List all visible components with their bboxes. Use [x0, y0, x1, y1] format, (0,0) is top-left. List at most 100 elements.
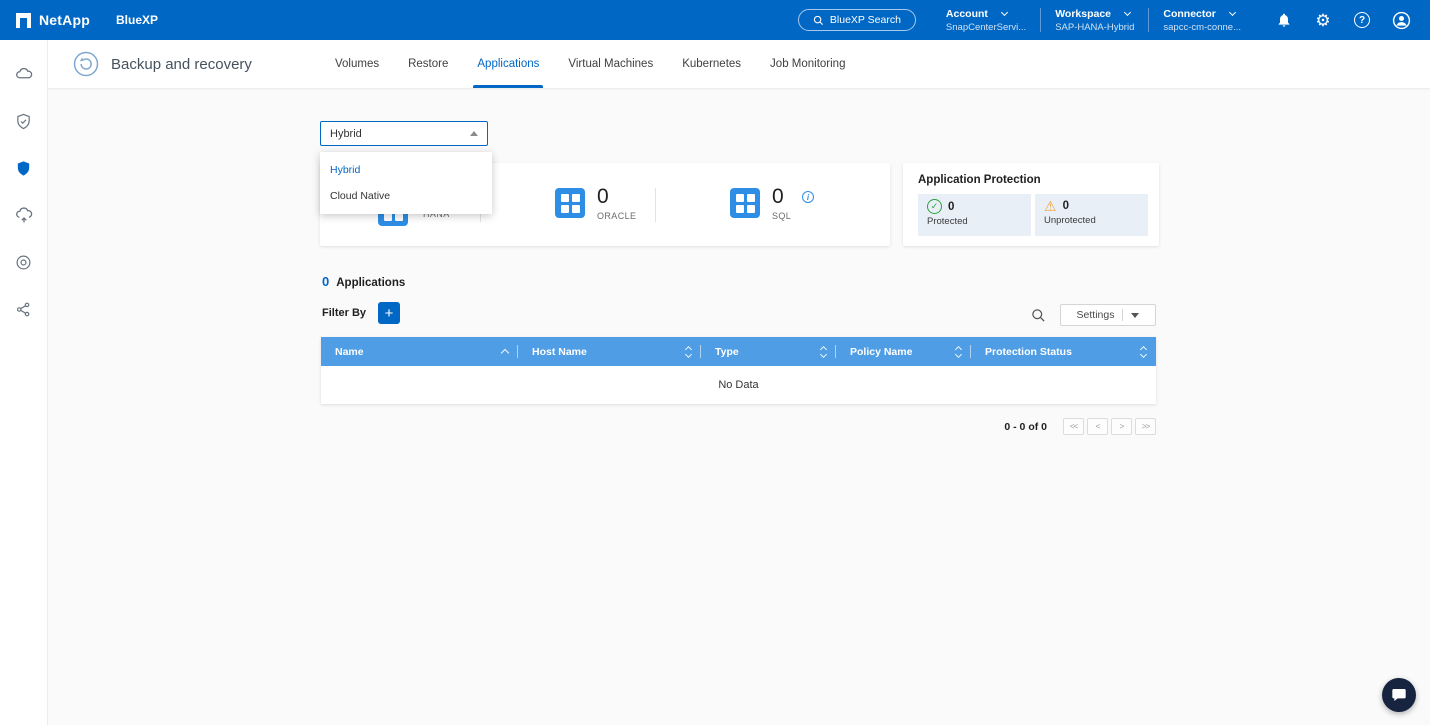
gear-icon: ⚙ [1315, 12, 1330, 29]
column-label: Name [335, 346, 364, 358]
search-icon [813, 15, 824, 26]
chevron-down-icon [1124, 8, 1131, 15]
notifications-button[interactable] [1273, 9, 1295, 31]
sql-label: SQL [772, 211, 791, 221]
connector-label: Connector [1163, 8, 1216, 20]
tab-applications[interactable]: Applications [477, 40, 539, 88]
mobility-cloud-icon[interactable] [10, 201, 38, 229]
service-header: Backup and recovery Volumes Restore Appl… [48, 40, 1430, 88]
column-header-host-name[interactable]: Host Name [518, 337, 701, 366]
add-filter-button[interactable]: + [378, 302, 400, 324]
unprotected-stat-box: ⚠ 0 Unprotected [1035, 194, 1148, 236]
protection-card-title: Application Protection [903, 163, 1159, 186]
workspace-dropdown[interactable]: Workspace SAP-HANA-Hybrid [1041, 0, 1148, 40]
last-page-button[interactable]: >> [1135, 418, 1156, 435]
bell-icon [1276, 12, 1292, 28]
tab-kubernetes[interactable]: Kubernetes [682, 40, 741, 88]
sort-asc-icon[interactable] [501, 349, 509, 357]
application-protection-card: Application Protection ✓ 0 Protected ⚠ 0… [903, 163, 1159, 246]
tab-virtual-machines[interactable]: Virtual Machines [568, 40, 653, 88]
netapp-logo[interactable]: NetApp [16, 12, 90, 28]
column-label: Host Name [532, 346, 587, 358]
column-header-policy-name[interactable]: Policy Name [836, 337, 971, 366]
filter-by-label: Filter By [322, 307, 366, 319]
info-icon[interactable]: i [802, 191, 814, 203]
protected-stat-box: ✓ 0 Protected [918, 194, 1031, 236]
prev-page-button[interactable]: < [1087, 418, 1108, 435]
workspace-label: Workspace [1055, 8, 1111, 20]
help-button[interactable]: ? [1351, 9, 1373, 31]
unprotected-label: Unprotected [1044, 215, 1139, 226]
account-dropdown[interactable]: Account SnapCenterServi... [932, 0, 1040, 40]
environment-select[interactable]: Hybrid [320, 121, 488, 146]
main-content: HANA 0 ORACLE 0 SQL i Application Protec… [48, 88, 1430, 725]
applications-heading: 0 Applications [322, 274, 405, 289]
column-header-name[interactable]: Name [321, 337, 518, 366]
applications-count: 0 [322, 274, 329, 289]
chat-widget-button[interactable] [1382, 678, 1416, 712]
environment-select-menu: Hybrid Cloud Native [320, 152, 492, 214]
option-cloud-native[interactable]: Cloud Native [320, 183, 492, 209]
sort-icon[interactable] [956, 347, 961, 357]
column-header-protection-status[interactable]: Protection Status [971, 337, 1156, 366]
environment-select-value: Hybrid [330, 128, 362, 140]
extensions-icon[interactable] [10, 248, 38, 276]
product-name: BlueXP [116, 13, 158, 27]
bluexp-search-button[interactable]: BlueXP Search [798, 9, 916, 31]
tab-restore[interactable]: Restore [408, 40, 448, 88]
protection-shield-icon[interactable] [10, 154, 38, 182]
tab-job-monitoring[interactable]: Job Monitoring [770, 40, 845, 88]
account-value: SnapCenterServi... [946, 22, 1026, 33]
sort-icon[interactable] [686, 347, 691, 357]
sort-icon[interactable] [821, 347, 826, 357]
settings-button-topbar[interactable]: ⚙ [1312, 9, 1334, 31]
search-icon[interactable] [1031, 308, 1046, 323]
first-page-button[interactable]: << [1063, 418, 1084, 435]
page-title: Backup and recovery [111, 56, 252, 73]
applications-table: Name Host Name Type Policy Name Protecti [321, 337, 1156, 404]
connector-dropdown[interactable]: Connector sapcc-cm-conne... [1149, 0, 1255, 40]
help-icon: ? [1354, 12, 1370, 28]
table-header-row: Name Host Name Type Policy Name Protecti [321, 337, 1156, 366]
governance-nodes-icon[interactable] [10, 295, 38, 323]
sort-icon[interactable] [1141, 347, 1146, 357]
backup-recovery-icon [73, 51, 99, 77]
oracle-count: 0 [597, 186, 636, 208]
column-label: Protection Status [985, 346, 1072, 358]
tab-volumes[interactable]: Volumes [335, 40, 379, 88]
table-empty-row: No Data [321, 366, 1156, 404]
search-label: BlueXP Search [830, 14, 901, 26]
user-menu-button[interactable] [1390, 9, 1412, 31]
next-page-button[interactable]: > [1111, 418, 1132, 435]
column-header-type[interactable]: Type [701, 337, 836, 366]
column-label: Type [715, 346, 739, 358]
settings-label: Settings [1077, 309, 1115, 321]
account-avatar-icon [1392, 11, 1411, 30]
health-shield-icon[interactable] [10, 107, 38, 135]
netapp-logo-icon [16, 13, 31, 28]
chevron-up-icon [470, 131, 478, 136]
warning-triangle-icon: ⚠ [1044, 199, 1057, 213]
settings-divider [1122, 309, 1123, 321]
table-settings-button[interactable]: Settings [1060, 304, 1156, 326]
no-data-text: No Data [718, 379, 758, 391]
check-circle-icon: ✓ [927, 199, 942, 214]
workspace-value: SAP-HANA-Hybrid [1055, 22, 1134, 33]
left-nav-sidebar [0, 40, 48, 725]
brand-name: NetApp [39, 12, 90, 28]
chevron-down-icon [1001, 8, 1008, 15]
oracle-apps-icon [555, 188, 585, 218]
option-hybrid[interactable]: Hybrid [320, 157, 492, 183]
protected-count: 0 [948, 201, 954, 213]
chevron-down-icon [1229, 8, 1236, 15]
unprotected-count: 0 [1063, 200, 1069, 212]
applications-label: Applications [336, 277, 405, 289]
pagination-summary: 0 - 0 of 0 [1004, 421, 1047, 433]
column-label: Policy Name [850, 346, 912, 358]
sql-apps-icon [730, 188, 760, 218]
service-tabs: Volumes Restore Applications Virtual Mac… [335, 40, 845, 88]
oracle-label: ORACLE [597, 211, 636, 221]
topbar: NetApp BlueXP BlueXP Search Account Snap… [0, 0, 1430, 40]
caret-down-icon [1131, 313, 1139, 318]
storage-icon[interactable] [10, 60, 38, 88]
